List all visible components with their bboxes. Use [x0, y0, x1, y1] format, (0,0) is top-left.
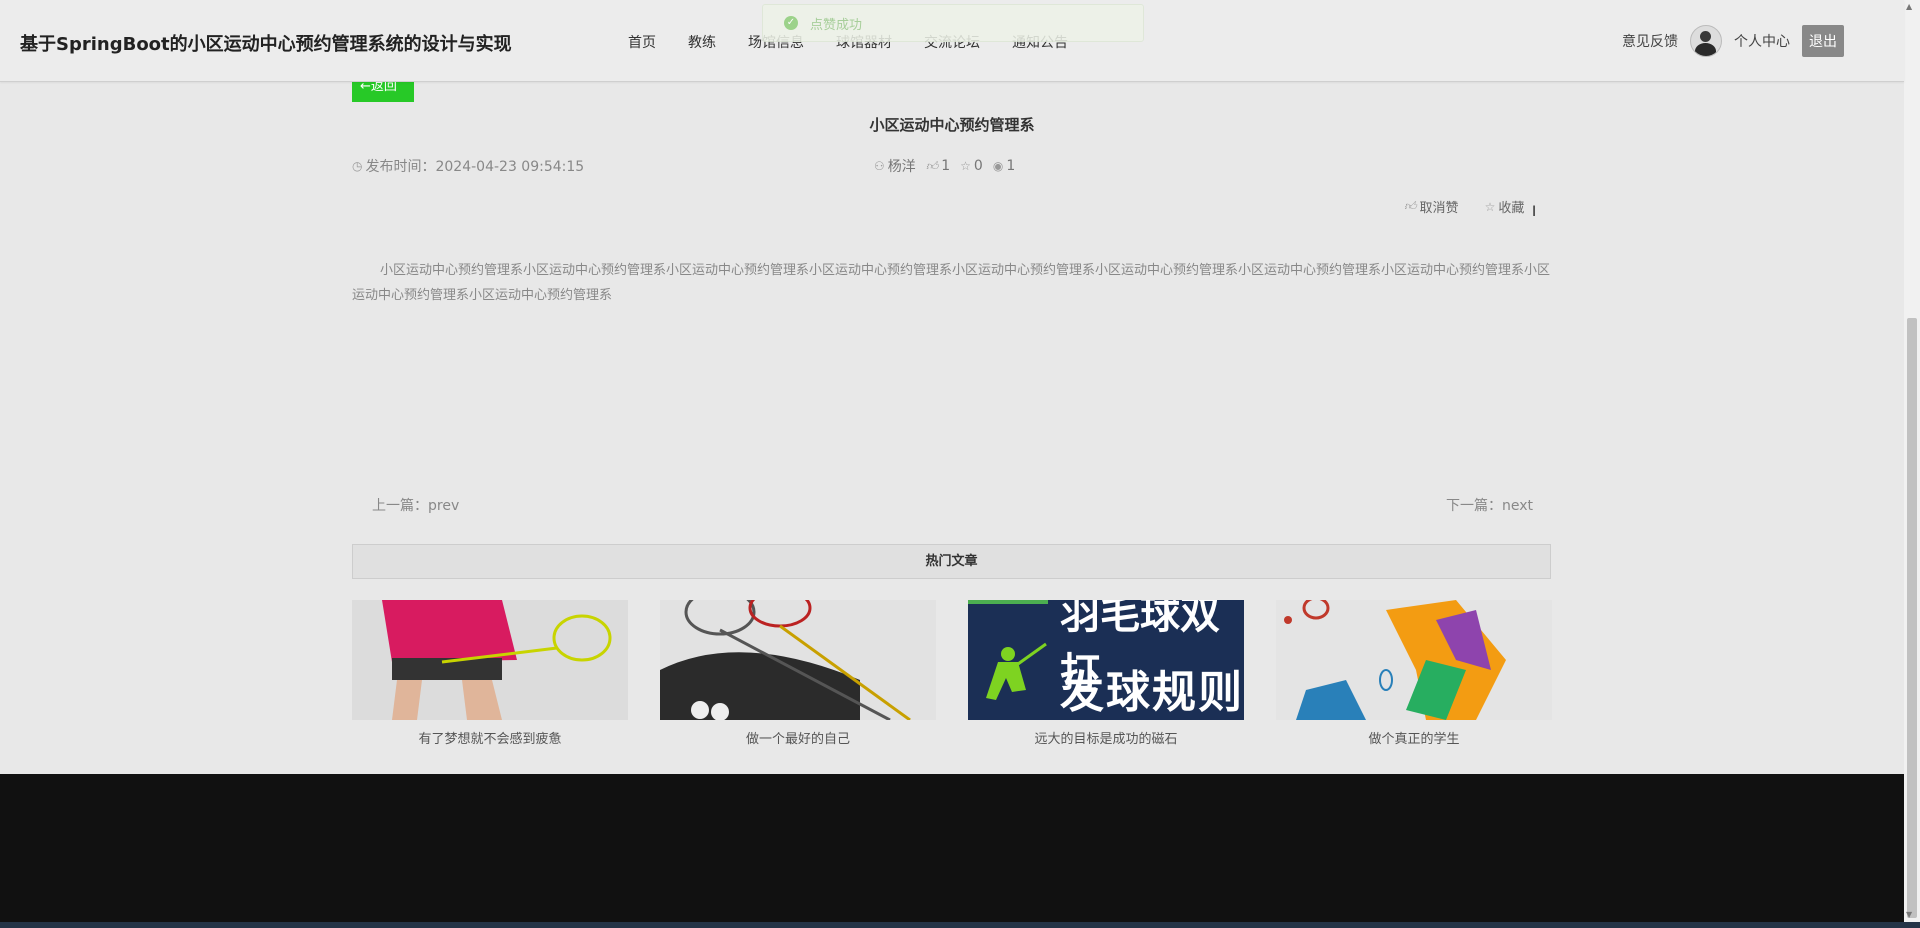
success-toast: ✓ 点赞成功 — [762, 4, 1144, 42]
user-icon: ⚇ — [874, 159, 885, 173]
feedback-link[interactable]: 意见反馈 — [1622, 31, 1678, 51]
unlike-button[interactable]: 👍︎ 取消赞 — [1404, 197, 1459, 216]
header-user-area: 意见反馈 个人中心 退出 — [1622, 25, 1844, 57]
favorite-button[interactable]: ☆ 收藏 — [1484, 197, 1525, 217]
hot-article-card[interactable]: 有了梦想就不会感到疲惫 — [352, 600, 628, 747]
card-caption[interactable]: 有了梦想就不会感到疲惫 — [352, 728, 628, 747]
eye-icon: ◉ — [992, 159, 1004, 173]
thumbnail-text: 发球规则 — [1060, 667, 1244, 718]
scroll-down-arrow-icon[interactable]: ▼ — [1906, 910, 1912, 919]
publish-time: ◷ 发布时间：2024-04-23 09:54:15 — [352, 156, 584, 176]
card-caption[interactable]: 远大的目标是成功的磁石 — [968, 728, 1244, 747]
article-actions: 👍︎ 取消赞 ☆ 收藏 — [1404, 197, 1550, 216]
site-title: 基于SpringBoot的小区运动中心预约管理系统的设计与实现 — [20, 34, 512, 55]
hot-article-cards: 有了梦想就不会感到疲惫 做一个最好的自己 羽毛球双打 发球规则 远大的目标是成功… — [352, 600, 1552, 747]
next-article-link[interactable]: 下一篇：next — [1446, 495, 1533, 515]
prev-article-link[interactable]: 上一篇：prev — [372, 495, 459, 515]
article-thumbnail[interactable] — [660, 600, 936, 720]
scroll-up-arrow-icon[interactable]: ▲ — [1906, 2, 1912, 11]
avatar[interactable] — [1690, 25, 1722, 57]
card-caption[interactable]: 做个真正的学生 — [1276, 728, 1552, 747]
text-cursor-icon: I — [1532, 204, 1537, 220]
check-circle-icon: ✓ — [784, 16, 798, 30]
hot-article-card[interactable]: 做个真正的学生 — [1276, 600, 1552, 747]
hot-articles-heading: 热门文章 — [352, 544, 1551, 579]
page-footer — [0, 774, 1904, 922]
thumb-up-icon: 👍︎ — [925, 158, 939, 173]
nav-home[interactable]: 首页 — [628, 32, 656, 52]
hot-article-card[interactable]: 做一个最好的自己 — [660, 600, 936, 747]
hot-article-card[interactable]: 羽毛球双打 发球规则 远大的目标是成功的磁石 — [968, 600, 1244, 747]
clock-icon: ◷ — [352, 159, 363, 173]
author: ⚇ 杨洋 — [874, 159, 916, 175]
favorite-count: ☆ 0 — [960, 158, 983, 174]
scrollbar-thumb[interactable] — [1907, 318, 1917, 918]
article-thumbnail[interactable] — [352, 600, 628, 720]
article-thumbnail[interactable]: 羽毛球双打 发球规则 — [968, 600, 1244, 720]
logout-button[interactable]: 退出 — [1802, 25, 1844, 57]
user-center-link[interactable]: 个人中心 — [1734, 31, 1790, 51]
article-title: 小区运动中心预约管理系 — [869, 116, 1035, 134]
thumb-up-icon: 👍︎ — [1404, 199, 1417, 213]
card-caption[interactable]: 做一个最好的自己 — [660, 728, 936, 747]
star-icon: ☆ — [960, 159, 971, 173]
article-stats: ⚇ 杨洋 👍︎ 1 ☆ 0 ◉ 1 — [874, 156, 1025, 176]
article-thumbnail[interactable] — [1276, 600, 1552, 720]
nav-coach[interactable]: 教练 — [688, 32, 716, 52]
bottom-strip — [0, 922, 1920, 928]
toast-message: 点赞成功 — [810, 17, 863, 33]
star-icon: ☆ — [1484, 199, 1496, 214]
like-count: 👍︎ 1 — [925, 158, 951, 174]
article-body: 小区运动中心预约管理系小区运动中心预约管理系小区运动中心预约管理系小区运动中心预… — [352, 263, 1551, 303]
publish-time-text: 发布时间：2024-04-23 09:54:15 — [365, 159, 585, 175]
view-count: ◉ 1 — [992, 158, 1016, 174]
